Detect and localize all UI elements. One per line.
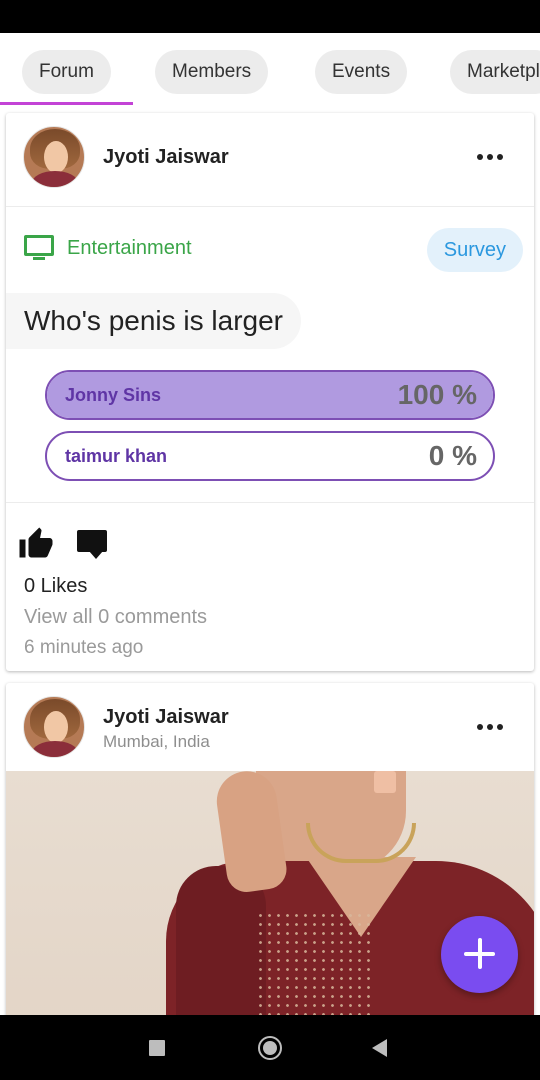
poll-option-label: taimur khan [65,446,168,466]
more-options-icon[interactable] [470,712,510,742]
post-actions [18,526,109,562]
back-icon[interactable] [372,1039,387,1057]
tv-icon [24,235,54,261]
author-name[interactable]: Jyoti Jaiswar [103,706,229,729]
survey-badge: Survey [426,228,523,272]
more-options-icon[interactable] [470,142,510,172]
divider [6,502,534,503]
poll-option-percent: 100 % [397,379,477,410]
post-category: Entertainment [24,235,192,261]
author-name[interactable]: Jyoti Jaiswar [103,146,229,169]
tab-marketplace[interactable]: Marketpl [450,50,540,94]
view-comments-link[interactable]: View all 0 comments [24,606,207,629]
poll-option[interactable]: Jonny Sins 100 % [45,370,495,420]
status-bar [0,0,540,33]
post-timestamp: 6 minutes ago [24,637,144,658]
divider [6,206,534,207]
author-avatar[interactable] [23,696,85,758]
poll-option-label: Jonny Sins [65,385,162,405]
likes-count[interactable]: 0 Likes [24,575,87,598]
system-navigation-bar [0,1015,540,1080]
author-avatar[interactable] [23,126,85,188]
tab-forum[interactable]: Forum [22,50,111,94]
thumbs-up-icon[interactable] [18,526,54,562]
survey-post-card: Jyoti Jaiswar Entertainment Survey Who's… [6,113,534,671]
home-icon[interactable] [258,1036,282,1060]
poll-option[interactable]: taimur khan 0 % [45,431,495,481]
recent-apps-icon[interactable] [149,1040,165,1056]
tab-bar: Forum Members Events Marketpl [0,33,540,108]
author-location: Mumbai, India [103,732,210,751]
tab-members[interactable]: Members [155,50,269,94]
active-tab-indicator [0,102,133,105]
category-label: Entertainment [67,236,192,259]
add-post-button[interactable] [441,916,518,993]
post-image[interactable] [6,771,534,1023]
poll-option-percent: 0 % [428,440,477,471]
tab-events[interactable]: Events [315,50,408,94]
comment-icon[interactable] [73,526,109,562]
survey-question: Who's penis is larger [6,293,301,349]
